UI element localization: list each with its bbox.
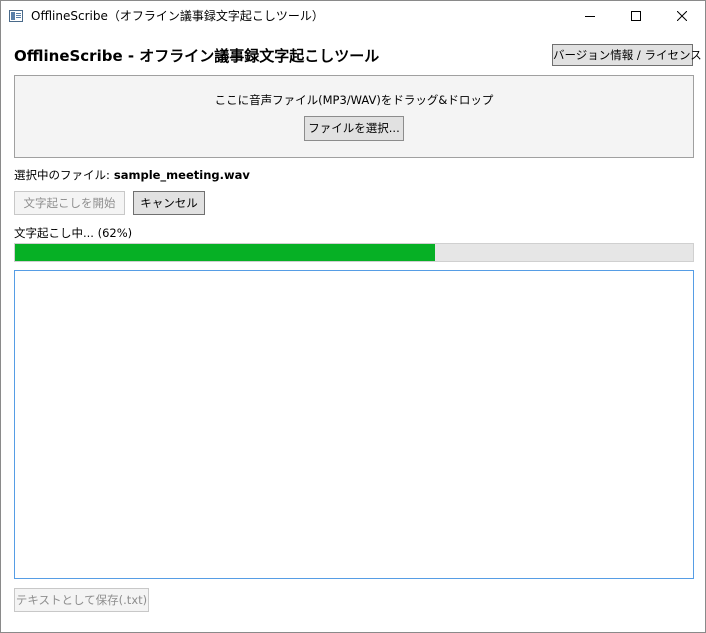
window-title: OfflineScribe（オフライン議事録文字起こしツール） <box>31 9 324 23</box>
page-title: OfflineScribe - オフライン議事録文字起こしツール <box>14 47 380 65</box>
save-text-button[interactable]: テキストとして保存(.txt) <box>14 588 149 612</box>
progress-bar-fill <box>15 244 436 261</box>
maximize-button[interactable] <box>613 1 659 31</box>
progress-status: 文字起こし中... (62%) <box>14 226 133 240</box>
drop-zone-prompt: ここに音声ファイル(MP3/WAV)をドラッグ&ドロップ <box>214 93 494 107</box>
selected-file-row: 選択中のファイル: sample_meeting.wav <box>14 167 250 183</box>
select-file-button[interactable]: ファイルを選択... <box>304 116 404 141</box>
start-transcription-button[interactable]: 文字起こしを開始 <box>14 191 125 215</box>
minimize-button[interactable] <box>567 1 613 31</box>
transcript-textarea[interactable] <box>14 270 694 579</box>
app-document-icon <box>9 10 23 22</box>
progress-bar <box>14 243 694 262</box>
cancel-button[interactable]: キャンセル <box>133 191 205 215</box>
about-license-button[interactable]: バージョン情報 / ライセンス <box>552 44 702 66</box>
minimize-icon <box>585 16 595 17</box>
selected-file-name: sample_meeting.wav <box>113 168 250 182</box>
maximize-icon <box>631 11 641 21</box>
close-button[interactable] <box>659 1 705 31</box>
title-bar[interactable]: OfflineScribe（オフライン議事録文字起こしツール） <box>1 1 705 32</box>
app-window: OfflineScribe（オフライン議事録文字起こしツール） OfflineS… <box>0 0 706 633</box>
drop-zone[interactable]: ここに音声ファイル(MP3/WAV)をドラッグ&ドロップ ファイルを選択... <box>14 75 694 158</box>
close-icon <box>677 11 687 21</box>
selected-file-label: 選択中のファイル: <box>14 168 110 182</box>
